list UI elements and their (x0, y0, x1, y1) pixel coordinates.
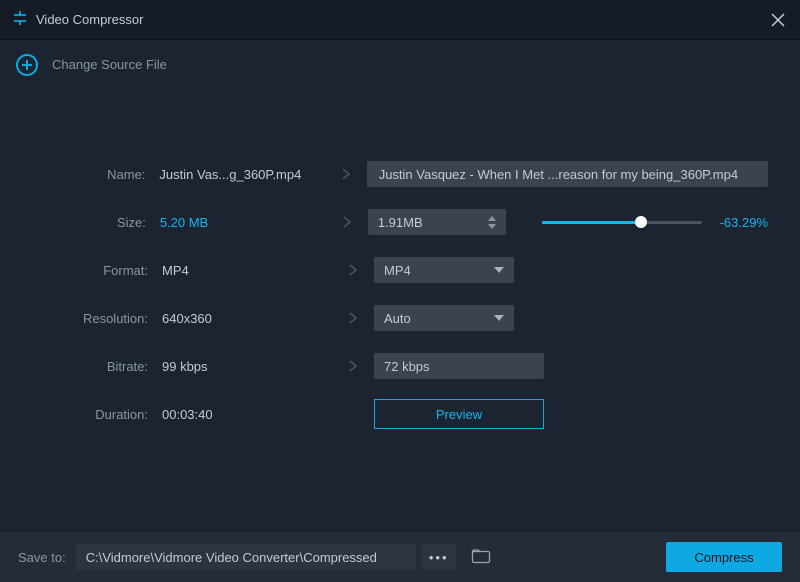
change-source-label: Change Source File (52, 57, 167, 72)
format-select[interactable]: MP4 (374, 257, 514, 283)
change-source-row[interactable]: Change Source File (0, 40, 800, 90)
row-size: Size: 5.20 MB 1.91MB -63.29% (32, 198, 768, 246)
size-slider-wrap: -63.29% (542, 215, 768, 230)
add-icon (16, 54, 38, 76)
row-resolution: Resolution: 640x360 Auto (32, 294, 768, 342)
arrow-icon (332, 311, 374, 325)
window-title: Video Compressor (36, 12, 143, 27)
current-format: MP4 (162, 263, 332, 278)
chevron-down-icon (494, 315, 504, 321)
row-name: Name: Justin Vas...g_360P.mp4 (32, 150, 768, 198)
row-bitrate: Bitrate: 99 kbps 72 kbps (32, 342, 768, 390)
arrow-icon (327, 215, 368, 229)
target-size-value: 1.91MB (378, 215, 423, 230)
arrow-icon (332, 359, 374, 373)
compress-button[interactable]: Compress (666, 542, 782, 572)
resolution-select[interactable]: Auto (374, 305, 514, 331)
bitrate-value: 72 kbps (384, 359, 430, 374)
close-button[interactable] (770, 12, 786, 28)
label-resolution: Resolution: (32, 311, 162, 326)
current-name: Justin Vas...g_360P.mp4 (159, 167, 325, 182)
label-save-to: Save to: (18, 550, 66, 565)
stepper-icon[interactable] (488, 216, 496, 229)
arrow-icon (326, 167, 367, 181)
size-slider[interactable] (542, 221, 702, 224)
output-path-value: C:\Vidmore\Vidmore Video Converter\Compr… (86, 550, 377, 565)
label-bitrate: Bitrate: (32, 359, 162, 374)
chevron-down-icon (494, 267, 504, 273)
label-name: Name: (32, 167, 159, 182)
name-input[interactable] (367, 161, 768, 187)
label-format: Format: (32, 263, 162, 278)
output-path-field[interactable]: C:\Vidmore\Vidmore Video Converter\Compr… (76, 544, 416, 570)
preview-button[interactable]: Preview (374, 399, 544, 429)
current-resolution: 640x360 (162, 311, 332, 326)
current-bitrate: 99 kbps (162, 359, 332, 374)
row-duration: Duration: 00:03:40 Preview (32, 390, 768, 438)
row-format: Format: MP4 MP4 (32, 246, 768, 294)
current-size: 5.20 MB (160, 215, 327, 230)
app-icon (12, 10, 28, 29)
label-duration: Duration: (32, 407, 162, 422)
format-value: MP4 (384, 263, 411, 278)
bitrate-readout: 72 kbps (374, 353, 544, 379)
size-stepper[interactable]: 1.91MB (368, 209, 506, 235)
settings-body: Name: Justin Vas...g_360P.mp4 Size: 5.20… (0, 90, 800, 438)
title-bar: Video Compressor (0, 0, 800, 40)
folder-icon (471, 548, 491, 567)
label-size: Size: (32, 215, 160, 230)
arrow-icon (332, 263, 374, 277)
current-duration: 00:03:40 (162, 407, 332, 422)
open-folder-button[interactable] (466, 544, 496, 570)
path-more-button[interactable]: ••• (422, 544, 456, 570)
resolution-value: Auto (384, 311, 411, 326)
bottom-bar: Save to: C:\Vidmore\Vidmore Video Conver… (0, 532, 800, 582)
size-reduction: -63.29% (720, 215, 768, 230)
name-input-field[interactable] (377, 166, 758, 183)
